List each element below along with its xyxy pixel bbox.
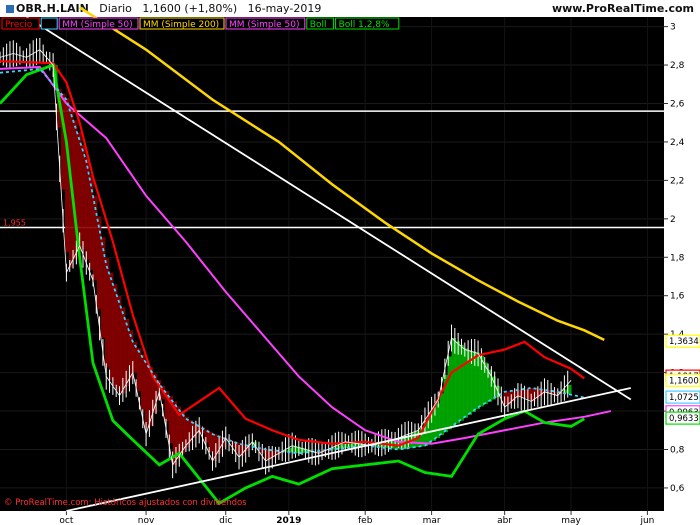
chart-window: OBR.H.LAIN Diario 1,1600 (+1,80%) 16-may… [0,0,700,525]
value-tag-label: 1,1600 [669,376,699,386]
cloud-down-segment [144,360,150,428]
cloud-down-segment [81,144,86,250]
x-tick-label: mar [423,516,441,525]
y-tick-label: 2 [670,215,676,225]
cloud-up-segment [459,344,464,421]
value-tag-label: 1,3634 [669,337,699,347]
y-tick-label: 1,8 [670,253,685,263]
cloud-down-segment [100,237,106,339]
cloud-down-segment [96,216,102,310]
y-axis-background [664,17,700,511]
cloud-down-segment [116,295,122,392]
cloud-down-segment [108,272,114,381]
x-tick-label: 2019 [276,516,301,525]
x-tick-label: abr [497,516,512,525]
value-tag-label: 1,0725 [669,393,699,403]
x-tick-label: feb [358,516,373,525]
cloud-down-segment [136,348,142,392]
y-tick-label: 2,4 [670,138,685,148]
horizontal-level-label: 1,955 [3,218,26,227]
cloud-down-segment [140,354,146,410]
y-tick-label: 2,6 [670,99,685,109]
x-axis-background [0,511,700,525]
cloud-up-segment [435,403,441,438]
x-tick-label: oct [59,516,73,525]
x-tick-label: dic [219,516,232,525]
legend-item-label: MM (Simple 50) [62,20,132,30]
cloud-down-segment [88,175,94,270]
y-tick-label: 2,2 [670,176,684,186]
legend-item-box [40,17,58,30]
legend-item-label: Boll 1,2,8% [339,20,390,30]
chart-svg[interactable]: 32,82,62,42,221,81,61,41,210,80,6octnovd… [0,0,700,525]
y-tick-label: 0,6 [670,484,685,494]
cloud-down-segment [264,449,269,460]
x-tick-label: may [561,516,581,525]
legend-item-label: MM (Simple 50) [229,20,299,30]
cloud-up-segment [447,356,453,430]
y-tick-label: 0,8 [670,445,685,455]
legend-item-label: Boll [310,20,327,30]
legend-item-label: Precio [5,20,33,30]
y-tick-label: 3 [670,23,676,33]
x-tick-label: jun [639,516,654,525]
x-tick-label: nov [138,516,155,525]
cloud-up-segment [463,348,468,418]
cloud-down-segment [503,392,508,405]
y-tick-label: 1,6 [670,292,685,302]
y-tick-label: 2,8 [670,61,685,71]
cloud-down-segment [523,389,528,398]
cloud-down-segment [112,284,118,387]
value-tag-label: 0,9633 [669,414,699,424]
footer-note: © ProRealTime.com: Históricos ajustados … [4,497,247,508]
legend-item-label: MM (Simple 200) [143,20,219,30]
